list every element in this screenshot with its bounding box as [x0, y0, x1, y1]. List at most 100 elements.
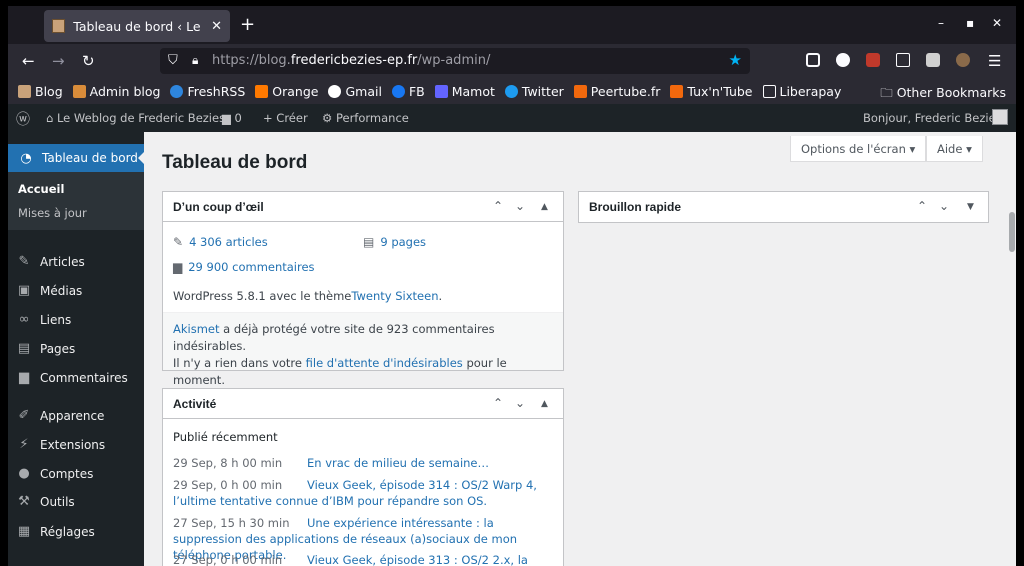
other-bookmarks-folder[interactable]: 🗀 Other Bookmarks [880, 84, 1006, 105]
sidebar-item-users[interactable]: ● Comptes [16, 466, 93, 481]
bookmark-star-icon[interactable]: ★ [729, 51, 742, 69]
quick-draft-widget: Brouillon rapide ⌃ ⌄ ▼ [578, 191, 989, 223]
sidebar-item-appearance[interactable]: ✐ Apparence [16, 408, 105, 423]
bookmark-twitter[interactable]: Twitter [504, 84, 564, 99]
bookmark-gmail[interactable]: Gmail [328, 84, 382, 99]
comments-link[interactable]: ▆ 0 [222, 111, 242, 125]
menu-hamburger-icon[interactable]: ☰ [988, 52, 1001, 70]
sidebar-item-comments[interactable]: ▆ Commentaires [16, 370, 128, 385]
sidebar-item-settings[interactable]: ▦ Réglages [16, 524, 95, 539]
ublock-icon[interactable] [866, 53, 880, 67]
scrollbar-thumb[interactable] [1009, 212, 1015, 252]
tab-title: Tableau de bord ‹ Le Weblog de Frederic … [73, 18, 205, 34]
peertube-icon [670, 84, 684, 98]
user-icon: ● [18, 466, 30, 481]
help-button[interactable]: Aide ▾ [926, 136, 983, 162]
pin-icon: ✎ [18, 254, 30, 269]
toggle-panel-icon[interactable]: ▲ [541, 399, 548, 409]
active-tab[interactable]: Tableau de bord ‹ Le Weblog de Frederic … [44, 10, 230, 42]
new-content-link[interactable]: + Créer [263, 111, 308, 125]
extension-f-icon[interactable] [836, 53, 850, 67]
toggle-panel-icon[interactable]: ▲ [541, 202, 548, 212]
move-up-icon[interactable]: ⌃ [917, 199, 927, 213]
sidebar-item-media[interactable]: ▣ Médias [16, 283, 82, 298]
screen-options-button[interactable]: Options de l'écran ▾ [790, 136, 927, 162]
main-content: Options de l'écran ▾ Aide ▾ Tableau de b… [144, 132, 1008, 566]
account-icon[interactable] [956, 53, 970, 67]
toggle-panel-icon[interactable]: ▼ [967, 202, 974, 212]
shield-icon[interactable]: ⛉ [168, 53, 178, 68]
submenu-home[interactable]: Accueil [18, 182, 64, 196]
bookmark-blog[interactable]: Blog [18, 84, 63, 99]
move-up-icon[interactable]: ⌃ [493, 396, 503, 410]
sidebar-item-extensions[interactable]: ⚡ Extensions [16, 437, 105, 452]
avatar[interactable] [992, 109, 1008, 125]
sidebar-item-dashboard[interactable]: ◔ Tableau de bord [8, 144, 144, 172]
bookmark-tuxntube[interactable]: Tux'n'Tube [670, 84, 753, 99]
sidebar-item-links[interactable]: ∞ Liens [16, 312, 72, 327]
site-name-link[interactable]: ⌂ Le Weblog de Frederic Bezies [46, 111, 225, 125]
activity-header: Activité ⌃ ⌄ ▲ [163, 389, 563, 419]
glance-title: D’un coup d’œil [173, 199, 264, 214]
articles-count[interactable]: ✎ 4 306 articles [173, 235, 268, 249]
twitter-icon [504, 84, 518, 98]
wordpress-logo-icon[interactable]: ⓦ [16, 109, 30, 129]
submenu-updates[interactable]: Mises à jour [18, 206, 87, 220]
bookmark-peertube[interactable]: Peertube.fr [573, 84, 660, 99]
comment-bubble-icon: ▆ [222, 111, 231, 125]
theme-link[interactable]: Twenty Sixteen [351, 289, 438, 303]
move-down-icon[interactable]: ⌄ [515, 396, 525, 410]
pocket-icon[interactable] [806, 53, 820, 67]
forward-arrow-icon[interactable]: → [52, 52, 65, 70]
pin-icon: ✎ [173, 235, 184, 249]
bookmark-liberapay[interactable]: Liberapay [762, 84, 841, 99]
back-arrow-icon[interactable]: ← [22, 52, 35, 70]
reload-icon[interactable]: ↻ [82, 52, 95, 70]
admin-sidebar: ◔ Tableau de bord Accueil Mises à jour ✎… [8, 132, 144, 566]
sidebar-item-articles[interactable]: ✎ Articles [16, 254, 85, 269]
freshrss-icon [170, 84, 184, 98]
extension-puzzle-icon[interactable] [926, 53, 940, 67]
media-icon: ▣ [17, 283, 31, 298]
url-bar[interactable]: ⛉ 🔒︎ https://blog.fredericbezies-ep.fr/w… [160, 48, 750, 74]
minimize-button[interactable]: – [938, 16, 944, 30]
recently-published-heading: Publié récemment [173, 430, 278, 444]
move-up-icon[interactable]: ⌃ [493, 199, 503, 213]
glance-widget: D’un coup d’œil ⌃ ⌄ ▲ ✎ 4 306 articles ▤ 9… [162, 191, 564, 387]
navigation-toolbar: ← → ↻ ⛉ 🔒︎ https://blog.fredericbezies-e… [8, 44, 1016, 78]
move-down-icon[interactable]: ⌄ [515, 199, 525, 213]
sidebar-item-tools[interactable]: ⚒ Outils [16, 494, 75, 509]
activity-widget: Activité ⌃ ⌄ ▲ Publié récemment 29 Sep, … [162, 388, 564, 566]
reader-icon[interactable] [896, 53, 910, 67]
new-tab-button[interactable]: + [240, 14, 255, 35]
account-greeting[interactable]: Bonjour, Frederic Bezies [863, 111, 1002, 125]
bookmarks-toolbar: Blog Admin blog FreshRSS Orange Gmail FB… [8, 78, 1016, 104]
lock-icon[interactable]: 🔒︎ [192, 53, 198, 68]
bookmark-fb[interactable]: FB [391, 84, 425, 99]
maximize-button[interactable]: ▪ [966, 16, 974, 30]
comments-count[interactable]: ▆ 29 900 commentaires [173, 260, 315, 274]
akismet-link[interactable]: Akismet [173, 322, 220, 336]
close-tab-icon[interactable]: ✕ [211, 19, 222, 34]
comment-icon: ▆ [173, 260, 183, 274]
list-item: 29 Sep, 8 h 00 min En vrac de milieu de s… [173, 456, 490, 470]
url-text[interactable]: https://blog.fredericbezies-ep.fr/wp-adm… [212, 53, 490, 68]
page-scrollbar[interactable] [1008, 132, 1016, 566]
move-down-icon[interactable]: ⌄ [939, 199, 949, 213]
bookmark-freshrss[interactable]: FreshRSS [170, 84, 245, 99]
performance-link[interactable]: ⚙ Performance [322, 111, 409, 125]
post-link[interactable]: En vrac de milieu de semaine… [307, 456, 489, 470]
bookmark-orange[interactable]: Orange [255, 84, 318, 99]
admin-favicon-icon [72, 84, 86, 98]
tab-bar: Tableau de bord ‹ Le Weblog de Frederic … [8, 6, 1016, 44]
bookmark-admin-blog[interactable]: Admin blog [72, 84, 160, 99]
home-icon: ⌂ [46, 111, 54, 125]
close-window-button[interactable]: ✕ [992, 16, 1002, 30]
bookmark-mamot[interactable]: Mamot [434, 84, 495, 99]
sidebar-item-pages[interactable]: ▤ Pages [16, 341, 75, 356]
spam-queue-link[interactable]: file d'attente d'indésirables [306, 356, 463, 370]
blog-favicon-icon [18, 84, 31, 98]
page-title: Tableau de bord [162, 152, 308, 173]
activity-title: Activité [173, 396, 217, 411]
pages-count[interactable]: ▤ 9 pages [363, 235, 426, 249]
